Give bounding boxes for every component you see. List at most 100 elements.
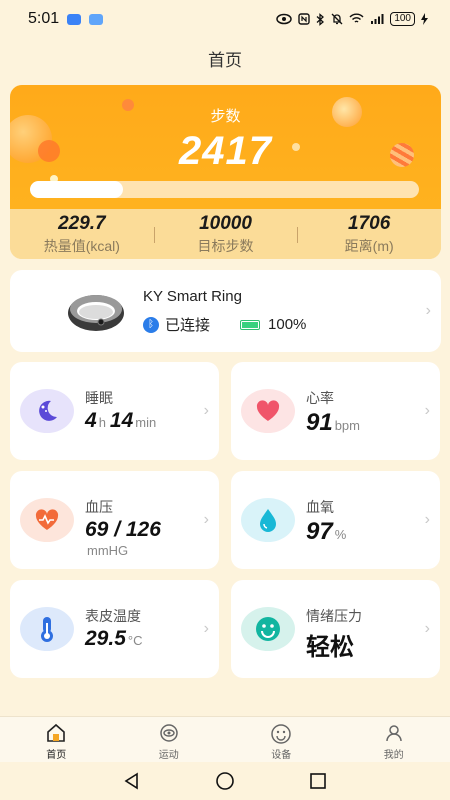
blood-pressure-card[interactable]: 血压 69 / 126 mmHG › — [10, 471, 219, 569]
back-icon[interactable] — [123, 772, 141, 790]
home-icon — [0, 723, 113, 743]
droplet-icon — [241, 498, 295, 542]
steps-banner: 步数 2417 — [10, 85, 441, 209]
stat-distance-value: 1706 — [348, 212, 391, 234]
smile-icon — [241, 607, 295, 651]
signal-icon — [371, 14, 384, 24]
heart-rate-value-row: 91 bpm — [306, 409, 364, 437]
skin-temp-value-row: 29.5 °C — [85, 627, 146, 651]
status-left: 5:01 — [28, 10, 104, 28]
thermometer-icon — [20, 607, 74, 651]
stat-calories-value: 229.7 — [58, 212, 106, 234]
chevron-right-icon: › — [203, 402, 209, 419]
page-title: 首页 — [208, 51, 242, 70]
chevron-right-icon: › — [425, 302, 431, 319]
battery-icon — [240, 319, 261, 330]
stat-goal-value: 10000 — [199, 212, 252, 234]
heart-rate-card[interactable]: 心率 91 bpm › — [231, 362, 440, 460]
chevron-right-icon: › — [424, 511, 430, 528]
sleep-card[interactable]: 睡眠 4 h 14 min › — [10, 362, 219, 460]
recents-icon[interactable] — [309, 772, 327, 790]
skin-temp-label: 表皮温度 — [85, 608, 141, 624]
eye-icon — [113, 723, 226, 743]
sleep-hours: 4 — [85, 409, 97, 432]
stat-goal-label: 目标步数 — [197, 237, 254, 254]
skin-temp-unit: °C — [127, 633, 143, 648]
stress-value: 轻松 — [306, 634, 354, 661]
chevron-right-icon: › — [203, 511, 209, 528]
nav-home[interactable]: 首页 — [0, 717, 113, 762]
stat-distance-label: 距离(m) — [344, 237, 394, 254]
skin-temp-value: 29.5 — [85, 627, 126, 650]
stress-value-row: 轻松 — [306, 627, 354, 662]
stat-calories-label: 热量值(kcal) — [43, 237, 120, 254]
nav-sport-label: 运动 — [158, 750, 179, 761]
skin-temp-card[interactable]: 表皮温度 29.5 °C › — [10, 580, 219, 678]
steps-progress-bar — [30, 181, 419, 198]
battery-indicator: 100 — [390, 12, 415, 26]
heart-rate-unit: bpm — [334, 418, 360, 433]
stat-calories: 229.7 热量值(kcal) — [10, 213, 154, 256]
system-nav-bar — [0, 762, 450, 800]
heart-pulse-icon — [20, 498, 74, 542]
sleep-label: 睡眠 — [85, 390, 113, 406]
sleep-hours-unit: h — [98, 415, 106, 430]
home-circle-icon[interactable] — [215, 771, 235, 791]
blood-pressure-value: 69 / 126 — [85, 518, 161, 541]
blood-oxygen-value: 97 — [306, 518, 333, 545]
mute-icon — [331, 13, 343, 25]
message-icon — [89, 13, 104, 25]
sleep-minutes-unit: min — [135, 415, 157, 430]
heart-icon — [241, 389, 295, 433]
wifi-icon — [349, 13, 364, 23]
chevron-right-icon: › — [424, 620, 430, 637]
device-card[interactable]: KY Smart Ring ᛒ 已连接 100% › — [10, 270, 441, 352]
blood-oxygen-label: 血氧 — [306, 499, 334, 515]
stress-label: 情绪压力 — [306, 608, 362, 624]
stat-goal: 10000 目标步数 — [153, 212, 298, 256]
status-right: 100 — [276, 12, 428, 26]
nav-device-label: 设备 — [271, 750, 292, 761]
device-status: ᛒ 已连接 100% — [143, 314, 306, 335]
sleep-value: 4 h 14 min — [85, 409, 160, 433]
bluetooth-status-icon — [316, 12, 325, 26]
steps-card[interactable]: 步数 2417 229.7 热量值(kcal) 10000 目标步数 1706 … — [10, 85, 441, 259]
nav-home-label: 首页 — [46, 750, 67, 761]
stress-card[interactable]: 情绪压力 轻松 › — [231, 580, 440, 678]
user-icon — [338, 723, 450, 743]
charging-icon — [421, 13, 428, 25]
blood-pressure-label: 血压 — [85, 499, 113, 515]
steps-label: 步数 — [210, 108, 241, 125]
blood-oxygen-unit: % — [334, 527, 347, 542]
device-name: KY Smart Ring — [143, 288, 242, 305]
nav-device[interactable]: 设备 — [225, 717, 338, 762]
stat-distance: 1706 距离(m) — [297, 213, 441, 256]
blood-oxygen-card[interactable]: 血氧 97 % › — [231, 471, 440, 569]
heart-rate-label: 心率 — [306, 390, 334, 406]
moon-icon — [20, 389, 74, 433]
device-battery: 100% — [268, 316, 307, 333]
bottom-nav: 首页 运动 设备 我的 — [0, 716, 450, 762]
steps-stats: 229.7 热量值(kcal) 10000 目标步数 1706 距离(m) — [10, 209, 441, 259]
connection-status: 已连接 — [165, 317, 211, 334]
blood-pressure-value-row: 69 / 126 — [85, 518, 161, 542]
status-bar: 5:01 100 — [0, 0, 450, 38]
face-icon — [225, 723, 338, 744]
steps-progress-fill — [30, 181, 124, 198]
nav-profile-label: 我的 — [383, 750, 404, 761]
nav-profile[interactable]: 我的 — [338, 717, 450, 762]
sleep-minutes: 14 — [109, 409, 134, 432]
smart-ring-image — [68, 295, 124, 331]
nav-sport[interactable]: 运动 — [113, 717, 226, 762]
blood-oxygen-value-row: 97 % — [306, 518, 350, 546]
eye-status-icon — [276, 13, 293, 25]
steps-value: 2417 — [179, 129, 272, 173]
bluetooth-icon: ᛒ — [143, 316, 159, 333]
heart-rate-value: 91 — [306, 409, 333, 436]
chevron-right-icon: › — [203, 620, 209, 637]
nfc-icon — [298, 13, 311, 25]
chevron-right-icon: › — [424, 402, 430, 419]
blood-pressure-unit: mmHG — [87, 543, 129, 558]
status-time: 5:01 — [28, 10, 60, 27]
notification-icon — [67, 13, 82, 25]
